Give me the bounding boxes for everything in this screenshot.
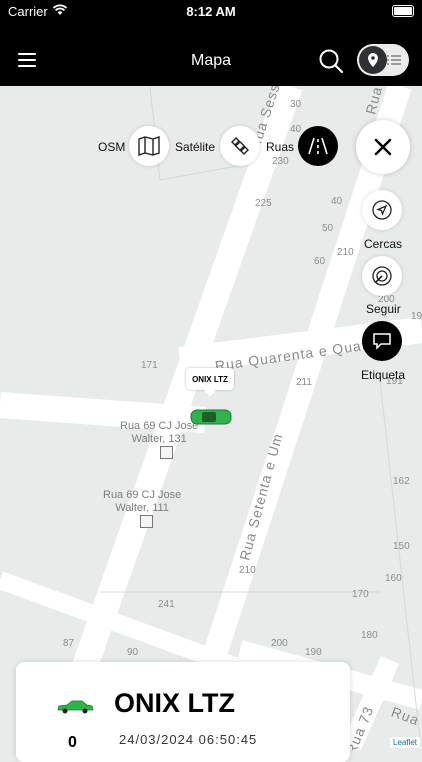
leaflet-attribution[interactable]: Leaflet: [389, 737, 420, 748]
vehicle-card[interactable]: ONIX LTZ 0 24/03/2024 06:50:45: [16, 662, 350, 762]
fences-label: Cercas: [364, 237, 403, 251]
address-number: 160: [385, 573, 402, 584]
message-icon: [373, 333, 391, 350]
vehicle-name: ONIX LTZ: [114, 688, 235, 718]
tag-label: Etiqueta: [361, 368, 406, 382]
top-bar: Mapa: [0, 24, 422, 86]
bus-stop-label: Rua 69 CJ Jose Walter, 131: [120, 420, 199, 445]
address-number: 40: [331, 196, 343, 207]
vehicle-callout[interactable]: ONIX LTZ: [186, 368, 234, 390]
road-icon: [308, 137, 328, 155]
search-icon[interactable]: [318, 48, 344, 74]
map-satellite-button[interactable]: [220, 126, 260, 166]
address-number: 200: [271, 638, 288, 649]
map-view[interactable]: Rua Sessenta Rua Setenta Rua Quarenta e …: [0, 86, 422, 750]
address-number: 19: [411, 311, 422, 322]
satellite-label: Satélite: [175, 140, 216, 154]
bus-stop-icon[interactable]: [160, 446, 173, 459]
close-icon: [374, 138, 392, 156]
last-update-datetime: 24/03/2024 06:50:45: [119, 732, 258, 747]
address-number: 190: [305, 647, 322, 658]
bus-stop-icon[interactable]: [140, 515, 153, 528]
address-number: 171: [141, 360, 158, 371]
osm-label: OSM: [98, 140, 126, 154]
view-toggle[interactable]: [357, 44, 409, 76]
address-number: 30: [290, 99, 302, 110]
list-icon: [387, 55, 401, 65]
battery-icon: [392, 5, 414, 17]
bus-stop-label: Rua 69 CJ Jose Walter, 111: [103, 489, 182, 514]
address-number: 225: [255, 198, 272, 209]
address-number: 50: [322, 223, 334, 234]
follow-button[interactable]: [362, 256, 402, 296]
address-number: 230: [272, 156, 289, 167]
address-number: 150: [393, 541, 410, 552]
address-number: 211: [296, 377, 312, 388]
target-icon: [372, 266, 392, 286]
fences-button[interactable]: [362, 190, 402, 230]
status-bar: Carrier 8:12 AM: [0, 0, 422, 24]
car-icon: [57, 700, 94, 714]
map-icon: [138, 136, 160, 156]
address-number: 40: [290, 124, 302, 135]
vehicle-marker-icon[interactable]: [190, 408, 232, 426]
address-number: 210: [337, 247, 354, 258]
address-number: 210: [239, 565, 256, 576]
address-number: 180: [361, 630, 378, 641]
map-osm-button[interactable]: [129, 126, 169, 166]
clock: 8:12 AM: [186, 4, 236, 19]
streets-label: Ruas: [266, 140, 295, 154]
address-number: 90: [127, 647, 139, 658]
follow-label: Seguir: [366, 302, 401, 316]
address-number: 60: [314, 256, 326, 267]
address-number: 170: [352, 589, 369, 600]
address-number: 241: [158, 599, 175, 610]
navigation-arrow-icon: [372, 200, 392, 220]
map-pin-icon: [359, 46, 387, 74]
close-map-options-button[interactable]: [356, 120, 410, 174]
map-streets-button[interactable]: [298, 126, 338, 166]
address-number: 162: [393, 476, 410, 487]
satellite-icon: [231, 137, 249, 155]
tag-button[interactable]: [362, 321, 402, 361]
address-number: 87: [63, 638, 75, 649]
vehicle-speed: 0: [68, 734, 77, 751]
